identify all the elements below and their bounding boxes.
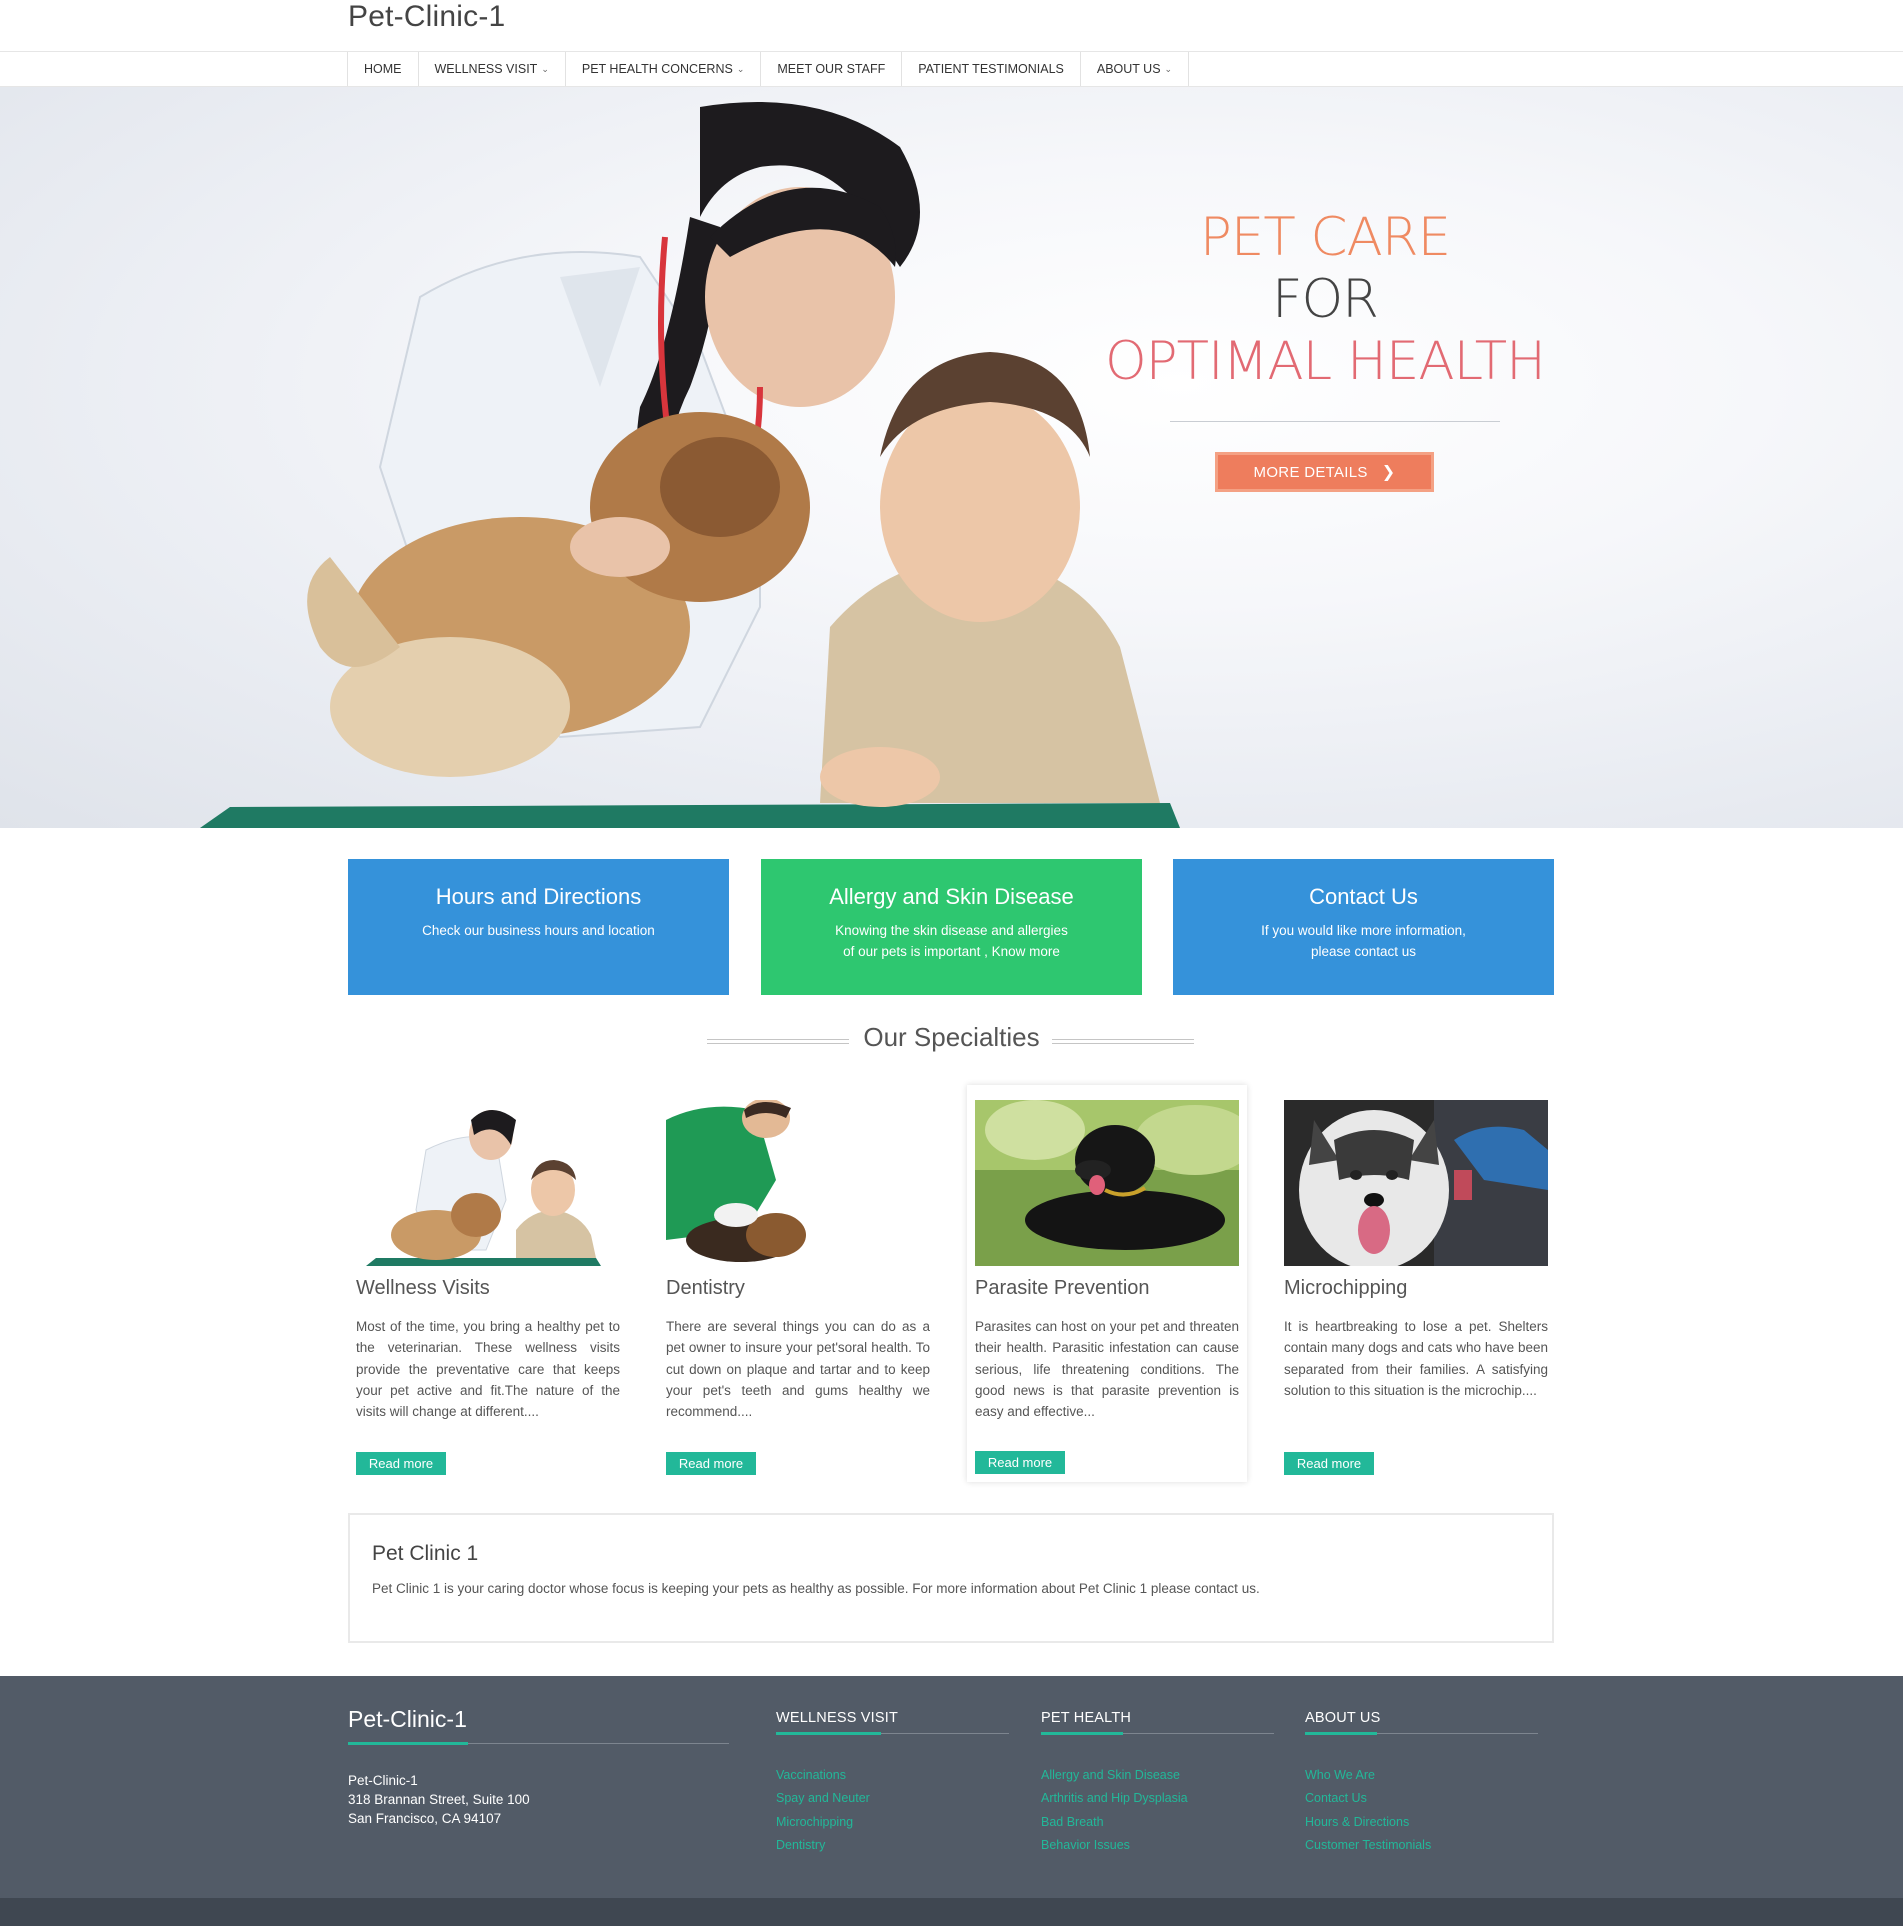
chevron-right-icon: ❯ — [1381, 464, 1396, 481]
specialty-text: There are several things you can do as a… — [666, 1319, 930, 1420]
address-line: Pet-Clinic-1 — [348, 1773, 418, 1788]
about-text: Pet Clinic 1 is your caring doctor whose… — [372, 1581, 1260, 1596]
feature-title: Contact Us — [1309, 884, 1418, 909]
nav-list: HOME WELLNESS VISIT ⌄ PET HEALTH CONCERNS… — [347, 52, 1190, 86]
footer-divider — [1041, 1732, 1274, 1735]
read-more-button[interactable]: Read more — [1284, 1452, 1374, 1475]
feature-text: If you would like more information, plea… — [1261, 923, 1466, 959]
about-title: Pet Clinic 1 — [372, 1542, 479, 1565]
more-details-button[interactable]: MORE DETAILS ❯ — [1215, 452, 1434, 492]
footer-link[interactable]: Contact Us — [1305, 1787, 1431, 1810]
feature-title: Hours and Directions — [435, 884, 642, 909]
specialty-card-microchipping: Microchipping It is heartbreaking to los… — [1276, 1085, 1556, 1482]
nav-label: WELLNESS VISIT — [434, 62, 538, 76]
footer-links-wellness: Vaccinations Spay and Neuter Microchippi… — [776, 1764, 870, 1857]
button-label: MORE DETAILS — [1253, 463, 1368, 481]
footer-col-title-pet-health: PET HEALTH — [1041, 1710, 1132, 1726]
hero-line-3: OPTIMAL HEALTH — [1104, 331, 1546, 392]
nav-label: HOME — [364, 62, 402, 76]
chevron-down-icon: ⌄ — [541, 63, 549, 74]
footer-col-title-about: ABOUT US — [1305, 1710, 1381, 1726]
specialty-text: It is heartbreaking to lose a pet. Shelt… — [1284, 1319, 1548, 1398]
footer-brand: Pet-Clinic-1 — [348, 1706, 467, 1732]
section-title: Our Specialties — [863, 1022, 1040, 1052]
specialty-title: Parasite Prevention — [975, 1277, 1150, 1299]
feature-contact-us[interactable]: Contact Us If you would like more inform… — [1173, 859, 1554, 995]
specialty-text: Most of the time, you bring a healthy pe… — [356, 1319, 620, 1420]
site-header: Pet-Clinic-1 — [0, 0, 1903, 52]
footer-divider — [348, 1742, 729, 1745]
footer-link[interactable]: Spay and Neuter — [776, 1787, 870, 1810]
footer-divider — [776, 1732, 1009, 1735]
hero-banner: PET CARE FOR OPTIMAL HEALTH MORE DETAILS… — [0, 87, 1903, 828]
hero-divider — [1170, 421, 1500, 422]
nav-item-patient-testimonials[interactable]: PATIENT TESTIMONIALS — [902, 52, 1081, 86]
address-line: San Francisco, CA 94107 — [348, 1811, 502, 1826]
feature-title: Allergy and Skin Disease — [829, 884, 1074, 909]
parasite-prevention-image — [975, 1100, 1239, 1266]
footer-link[interactable]: Vaccinations — [776, 1764, 870, 1787]
footer-bottom-bar — [0, 1898, 1903, 1926]
specialty-title: Wellness Visits — [356, 1277, 490, 1299]
specialty-title: Dentistry — [666, 1277, 745, 1299]
about-box: Pet Clinic 1 Pet Clinic 1 is your caring… — [348, 1513, 1554, 1643]
specialty-card-dentistry: Dentistry There are several things you c… — [658, 1085, 938, 1482]
nav-label: PATIENT TESTIMONIALS — [918, 62, 1064, 76]
hero-image — [200, 102, 1180, 828]
read-more-button[interactable]: Read more — [975, 1451, 1065, 1474]
read-more-button[interactable]: Read more — [356, 1452, 446, 1475]
feature-text: Check our business hours and location — [422, 923, 655, 938]
footer-links-about: Who We Are Contact Us Hours & Directions… — [1305, 1764, 1431, 1857]
read-more-button[interactable]: Read more — [666, 1452, 756, 1475]
hero-line-1: PET CARE — [1199, 207, 1451, 268]
nav-item-pet-health-concerns[interactable]: PET HEALTH CONCERNS ⌄ — [566, 52, 762, 86]
specialty-card-wellness: Wellness Visits Most of the time, you br… — [348, 1085, 628, 1482]
microchipping-image — [1284, 1100, 1548, 1266]
footer-link[interactable]: Arthritis and Hip Dysplasia — [1041, 1787, 1188, 1810]
chevron-down-icon: ⌄ — [1164, 63, 1173, 74]
site-logo[interactable]: Pet-Clinic-1 — [348, 0, 505, 34]
specialty-title: Microchipping — [1284, 1277, 1408, 1299]
footer-link[interactable]: Behavior Issues — [1041, 1834, 1188, 1857]
nav-item-about-us[interactable]: ABOUT US ⌄ — [1081, 52, 1190, 86]
address-line: 318 Brannan Street, Suite 100 — [348, 1792, 530, 1807]
feature-allergy-skin[interactable]: Allergy and Skin Disease Knowing the ski… — [761, 859, 1142, 995]
hero-title: PET CARE FOR OPTIMAL HEALTH — [1060, 207, 1590, 393]
specialties-heading: Our Specialties — [0, 1022, 1903, 1053]
hero-line-2: FOR — [1271, 269, 1379, 330]
specialty-text: Parasites can host on your pet and threa… — [975, 1319, 1239, 1420]
site-footer: Pet-Clinic-1 Pet-Clinic-1 318 Brannan St… — [0, 1676, 1903, 1898]
nav-label: MEET OUR STAFF — [777, 62, 886, 76]
footer-links-pet-health: Allergy and Skin Disease Arthritis and H… — [1041, 1764, 1188, 1857]
nav-label: PET HEALTH CONCERNS — [581, 62, 733, 76]
main-navigation: HOME WELLNESS VISIT ⌄ PET HEALTH CONCERNS… — [0, 52, 1903, 87]
footer-link[interactable]: Who We Are — [1305, 1764, 1431, 1787]
footer-link[interactable]: Bad Breath — [1041, 1811, 1188, 1834]
nav-item-home[interactable]: HOME — [348, 52, 419, 86]
footer-link[interactable]: Customer Testimonials — [1305, 1834, 1431, 1857]
feature-text: Knowing the skin disease and allergies o… — [835, 923, 1068, 959]
footer-link[interactable]: Microchipping — [776, 1811, 870, 1834]
nav-label: ABOUT US — [1096, 62, 1161, 76]
wellness-image — [356, 1100, 620, 1266]
specialty-card-parasite: Parasite Prevention Parasites can host o… — [967, 1085, 1247, 1482]
footer-link[interactable]: Allergy and Skin Disease — [1041, 1764, 1188, 1787]
footer-address: Pet-Clinic-1 318 Brannan Street, Suite 1… — [348, 1771, 530, 1828]
feature-hours-directions[interactable]: Hours and Directions Check our business … — [348, 859, 729, 995]
heading-divider-right — [1052, 1039, 1194, 1044]
chevron-down-icon: ⌄ — [736, 63, 745, 74]
nav-item-wellness-visit[interactable]: WELLNESS VISIT ⌄ — [419, 52, 566, 86]
dentistry-image — [666, 1100, 930, 1266]
footer-col-title-wellness: WELLNESS VISIT — [776, 1710, 899, 1726]
footer-link[interactable]: Hours & Directions — [1305, 1811, 1431, 1834]
footer-link[interactable]: Dentistry — [776, 1834, 870, 1857]
nav-item-meet-our-staff[interactable]: MEET OUR STAFF — [761, 52, 903, 86]
footer-divider — [1305, 1732, 1538, 1735]
